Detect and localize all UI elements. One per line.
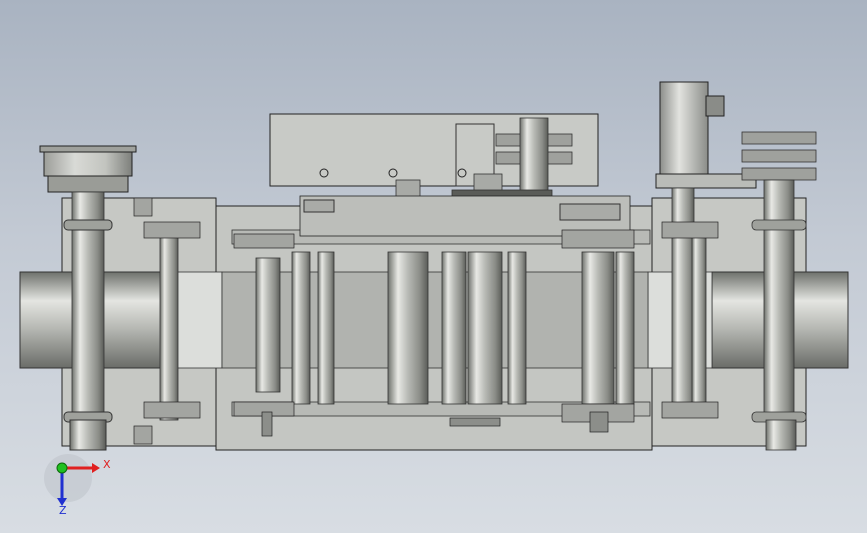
control-box xyxy=(269,113,599,187)
x-axis-label: X xyxy=(103,458,111,471)
y-axis-dot xyxy=(56,462,68,474)
cad-viewport[interactable]: X Z xyxy=(0,0,867,533)
z-axis-label: Z xyxy=(59,504,67,517)
machine-assembly-drawing: X Z xyxy=(19,81,849,517)
axis-triad: X Z xyxy=(44,454,111,517)
